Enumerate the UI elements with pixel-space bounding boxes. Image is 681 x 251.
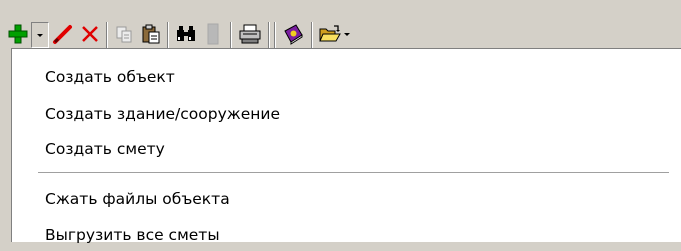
toolbar-separator: [311, 22, 313, 48]
add-dropdown-button[interactable]: [31, 22, 49, 48]
toolbar: [0, 0, 681, 50]
print-button[interactable]: [237, 22, 263, 46]
paste-button[interactable]: [139, 22, 163, 46]
add-icon: [8, 24, 28, 44]
help-book-icon: [284, 24, 303, 45]
edit-button[interactable]: [51, 22, 75, 46]
toolbar-separator: [230, 22, 232, 48]
toolbar-separator: [167, 22, 169, 48]
find-button[interactable]: [174, 22, 198, 46]
find-binoculars-icon: [177, 26, 195, 41]
delete-button[interactable]: [78, 22, 102, 46]
open-folder-icon: [319, 25, 341, 42]
copy-icon: [116, 26, 132, 43]
delete-icon: [82, 26, 98, 42]
edit-pencil-icon: [53, 25, 72, 44]
disabled-button[interactable]: [201, 22, 225, 46]
menu-item-create-building[interactable]: Создать здание/сооружение: [12, 98, 681, 130]
dropdown-arrow-icon: [344, 32, 350, 36]
open-dropdown-button[interactable]: [342, 22, 352, 46]
paste-icon: [142, 24, 160, 44]
help-button[interactable]: [281, 22, 305, 46]
open-button[interactable]: [318, 22, 342, 46]
menu-item-label: Создать здание/сооружение: [45, 105, 281, 123]
menu-item-create-estimate[interactable]: Создать смету: [12, 133, 681, 165]
toolbar-separator: [268, 22, 270, 48]
toolbar-separator: [106, 22, 108, 48]
menu-item-label: Выгрузить все сметы: [45, 226, 220, 244]
menu-item-export-estimates[interactable]: Выгрузить все сметы: [12, 219, 681, 251]
menu-separator: [38, 172, 669, 174]
menu-item-compress-files[interactable]: Сжать файлы объекта: [12, 183, 681, 215]
print-icon: [239, 24, 261, 44]
copy-button[interactable]: [112, 22, 136, 46]
add-button[interactable]: [6, 22, 30, 46]
menu-item-label: Сжать файлы объекта: [45, 190, 230, 208]
menu-item-create-object[interactable]: Создать объект: [12, 61, 681, 93]
dropdown-arrow-icon: [37, 33, 43, 37]
toolbar-separator: [274, 22, 276, 48]
disabled-icon: [207, 23, 219, 45]
menu-item-label: Создать объект: [45, 68, 175, 86]
menu-item-label: Создать смету: [45, 140, 165, 158]
dropdown-menu: Создать объект Создать здание/сооружение…: [11, 48, 681, 244]
